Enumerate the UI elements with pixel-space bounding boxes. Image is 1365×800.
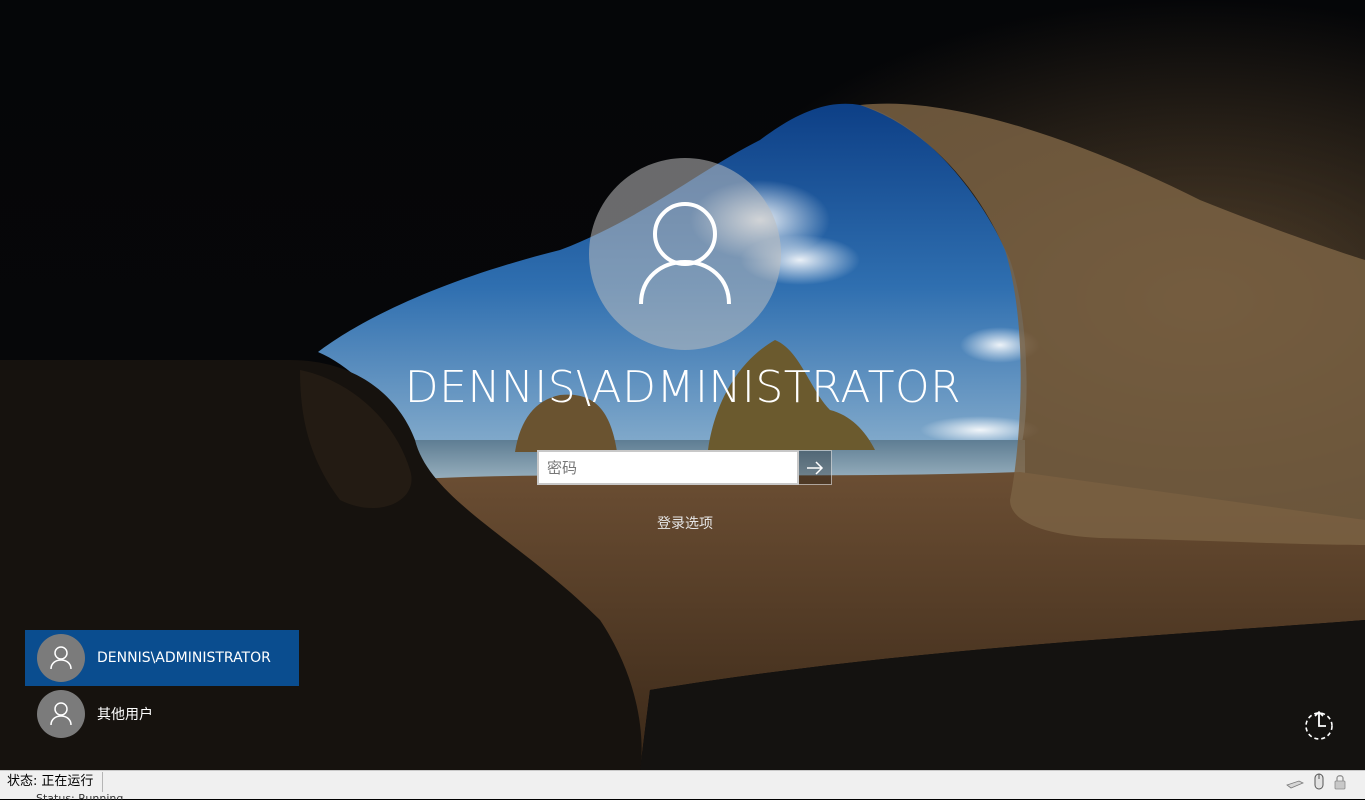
- user-avatar: [589, 158, 781, 350]
- submit-button[interactable]: [799, 450, 832, 485]
- user-silhouette-icon: [50, 646, 72, 670]
- lock-icon[interactable]: [1331, 773, 1349, 791]
- avatar: [37, 690, 85, 738]
- user-tile-label: DENNIS\ADMINISTRATOR: [97, 650, 271, 666]
- signin-options-link[interactable]: 登录选项: [600, 513, 770, 533]
- arrow-right-icon: [807, 460, 824, 475]
- status-label: 状态:: [7, 774, 38, 789]
- password-box: [537, 450, 832, 485]
- account-name: DENNIS\ADMINISTRATOR: [404, 362, 962, 413]
- avatar: [37, 634, 85, 682]
- power-ease-of-access-icon: [1305, 710, 1333, 740]
- user-tile-other-user[interactable]: 其他用户: [25, 686, 299, 742]
- power-button[interactable]: [1302, 708, 1336, 742]
- user-silhouette-icon: [50, 702, 72, 726]
- status-value: 正在运行: [41, 774, 94, 789]
- mouse-icon[interactable]: [1310, 773, 1328, 791]
- user-silhouette-icon: [639, 202, 731, 305]
- vm-status-bar: 状态: 正在运行 Status: Running: [0, 770, 1365, 800]
- lock-screen: DENNIS\ADMINISTRATOR 登录选项 DENNIS\ADMINIS…: [0, 0, 1365, 770]
- user-tile-administrator[interactable]: DENNIS\ADMINISTRATOR: [25, 630, 299, 686]
- status-indicator: 状态: 正在运行: [2, 772, 104, 792]
- keyboard-icon[interactable]: [1286, 773, 1304, 791]
- password-input[interactable]: [537, 450, 800, 485]
- user-tile-label: 其他用户: [97, 707, 153, 723]
